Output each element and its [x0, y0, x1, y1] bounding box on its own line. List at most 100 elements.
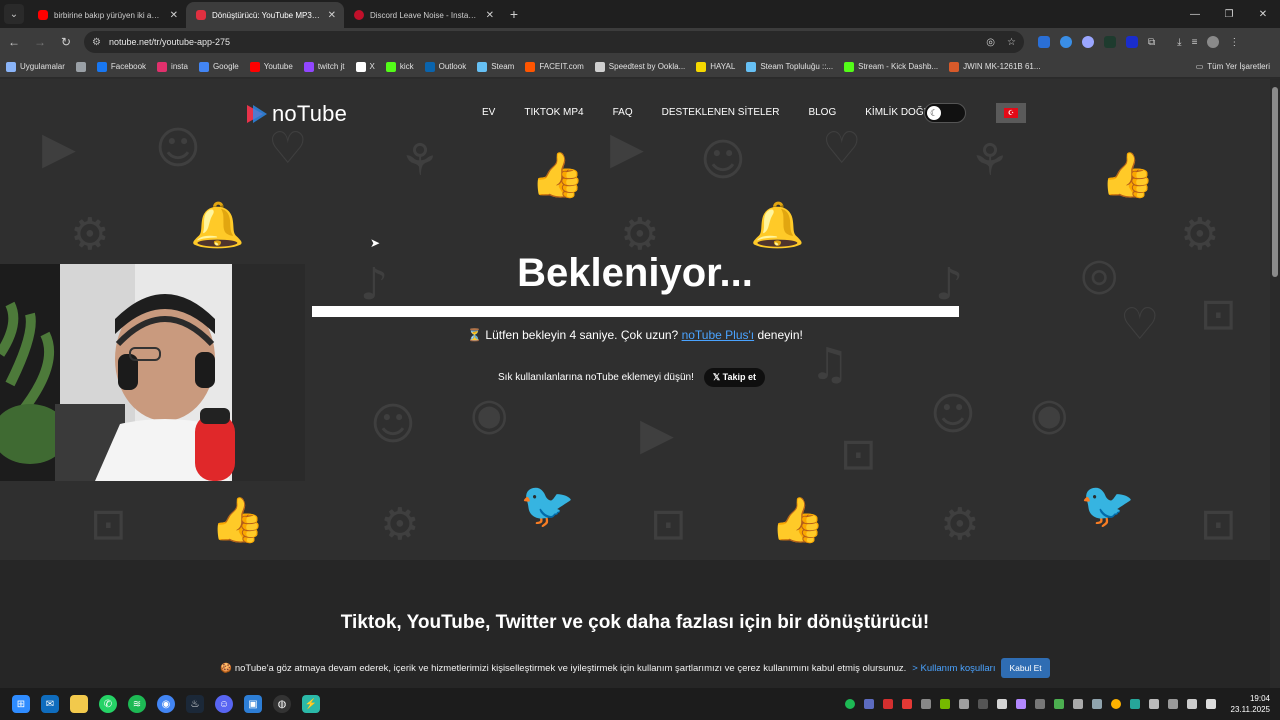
volume-icon[interactable]	[1205, 699, 1216, 709]
puzzle-icon[interactable]: ⧉	[1148, 37, 1155, 48]
clock[interactable]: 19:04 23.11.2025	[1231, 693, 1270, 715]
wait-suffix: deneyin!	[754, 328, 803, 342]
tray-app-icon[interactable]	[1015, 699, 1026, 709]
bookmark-item[interactable]: Facebook	[96, 61, 146, 72]
extensions-area: ⧉ ⤓ ≡ ⋮	[1038, 36, 1239, 48]
spotify-icon[interactable]: ≋	[128, 695, 146, 713]
close-tab-icon[interactable]: ✕	[170, 10, 178, 21]
bookmark-item[interactable]: Steam	[477, 61, 514, 72]
steam-tray-icon[interactable]	[920, 699, 931, 709]
page-scrollbar[interactable]	[1270, 79, 1280, 688]
all-bookmarks-folder[interactable]: ▭ Tüm Yer İşaretleri	[1196, 62, 1270, 71]
nav-faq[interactable]: FAQ	[613, 107, 633, 118]
accept-cookies-button[interactable]: Kabul Et	[1001, 658, 1050, 678]
reload-icon[interactable]: ↻	[54, 30, 78, 54]
bookmark-item[interactable]: JWIN MK-1261B 61...	[949, 61, 1041, 72]
reading-list-icon[interactable]: ≡	[1192, 37, 1198, 48]
bookmark-item[interactable]: Speedtest by Ookla...	[594, 61, 685, 72]
microphone-icon[interactable]	[1167, 699, 1178, 709]
tray-app-icon[interactable]	[1091, 699, 1102, 709]
bookmark-item[interactable]: Outlook	[424, 61, 466, 72]
app-icon[interactable]: ⚡	[302, 695, 320, 713]
close-tab-icon[interactable]: ✕	[486, 10, 494, 21]
extension-icon[interactable]	[1104, 36, 1116, 48]
forward-icon[interactable]: →	[28, 30, 52, 54]
nav-supported-sites[interactable]: DESTEKLENEN SİTELER	[662, 107, 780, 118]
tray-app-icon[interactable]	[996, 699, 1007, 709]
bookmark-item[interactable]: twitch jt	[303, 61, 345, 72]
tray-app-icon[interactable]	[1110, 699, 1121, 709]
dark-mode-toggle[interactable]: ☾	[924, 103, 966, 123]
bookmark-star-icon[interactable]: ☆	[1007, 37, 1016, 48]
tray-app-icon[interactable]	[1129, 699, 1140, 709]
bookmark-item[interactable]: insta	[157, 61, 188, 72]
language-selector[interactable]: ☪	[996, 103, 1026, 123]
tray-app-icon[interactable]	[1053, 699, 1064, 709]
bookmark-label: HAYAL	[710, 62, 736, 71]
terms-link[interactable]: > Kullanım koşulları	[912, 663, 995, 674]
menu-icon[interactable]: ⋮	[1229, 37, 1239, 48]
extension-icon[interactable]	[1126, 36, 1138, 48]
minimize-icon[interactable]: —	[1178, 0, 1212, 28]
tray-app-icon[interactable]	[882, 699, 893, 709]
notube-logo[interactable]: noTube	[244, 101, 347, 127]
tray-app-icon[interactable]	[863, 699, 874, 709]
nav-tiktok-mp4[interactable]: TIKTOK MP4	[524, 107, 583, 118]
whatsapp-icon[interactable]: ✆	[99, 695, 117, 713]
nav-home[interactable]: EV	[482, 107, 495, 118]
scrollbar-thumb[interactable]	[1272, 87, 1278, 277]
extension-icon[interactable]	[1060, 36, 1072, 48]
x-follow-button[interactable]: 𝕏 Takip et	[703, 368, 765, 387]
new-tab-button[interactable]: +	[502, 2, 526, 26]
clock-date: 23.11.2025	[1230, 705, 1270, 714]
obs-icon[interactable]: ◍	[273, 695, 291, 713]
bookmark-item[interactable]: HAYAL	[696, 61, 736, 72]
notube-plus-link[interactable]: noTube Plus'ı	[682, 328, 755, 342]
file-explorer-icon[interactable]	[70, 695, 88, 713]
tray-app-icon[interactable]	[901, 699, 912, 709]
bookmark-item[interactable]: Steam Topluluğu ::...	[746, 61, 833, 72]
nvidia-icon[interactable]	[939, 699, 950, 709]
site-info-icon[interactable]: ⚙	[92, 37, 101, 48]
steam-icon[interactable]: ♨	[186, 695, 204, 713]
nav-blog[interactable]: BLOG	[808, 107, 836, 118]
tab-search-icon[interactable]: ⌄	[4, 4, 24, 24]
bookmark-item[interactable]: Uygulamalar	[6, 61, 65, 72]
back-icon[interactable]: ←	[2, 30, 26, 54]
wait-prefix: ⏳ Lütfen bekleyin 4 saniye. Çok uzun?	[467, 328, 682, 342]
tray-app-icon[interactable]	[958, 699, 969, 709]
bookmark-item[interactable]: Google	[198, 61, 239, 72]
tray-app-icon[interactable]	[1034, 699, 1045, 709]
tab-3[interactable]: Discord Leave Noise - Instant S ✕	[344, 2, 502, 28]
download-icon[interactable]: ⤓	[1177, 37, 1181, 48]
spotify-tray-icon[interactable]	[844, 699, 855, 709]
usb-icon[interactable]	[1148, 699, 1159, 709]
bookmark-item[interactable]	[75, 61, 86, 72]
discord-favicon-icon	[354, 10, 364, 20]
extension-icon[interactable]	[1082, 36, 1094, 48]
start-icon[interactable]: ⊞	[12, 695, 30, 713]
bookmark-item[interactable]: Stream - Kick Dashb...	[844, 61, 938, 72]
chrome-icon[interactable]: ◉	[157, 695, 175, 713]
close-tab-icon[interactable]: ✕	[328, 10, 336, 21]
eye-off-icon[interactable]: ◎	[986, 37, 995, 48]
restore-icon[interactable]: ❐	[1212, 0, 1246, 28]
bookmark-item[interactable]: FACEIT.com	[525, 61, 584, 72]
close-window-icon[interactable]: ✕	[1246, 0, 1280, 28]
bookmark-item[interactable]: Youtube	[249, 61, 293, 72]
outlook-icon[interactable]: ✉	[41, 695, 59, 713]
cookie-text: 🍪 noTube'a göz atmaya devam ederek, içer…	[220, 662, 907, 674]
notube-logo-icon	[247, 105, 267, 123]
tab-2[interactable]: Dönüştürücü: YouTube MP3, Tik ✕	[186, 2, 344, 28]
bookmark-item[interactable]: kick	[385, 61, 414, 72]
profile-avatar-icon[interactable]	[1207, 36, 1220, 48]
tab-1[interactable]: birbirine bakıp yürüyen iki adam ✕	[28, 2, 186, 28]
extension-icon[interactable]	[1038, 36, 1050, 48]
bookmark-item[interactable]: X	[355, 61, 375, 72]
network-icon[interactable]	[1186, 699, 1197, 709]
photos-icon[interactable]: ▣	[244, 695, 262, 713]
discord-icon[interactable]: ☺	[215, 695, 233, 713]
address-bar[interactable]: ⚙ notube.net/tr/youtube-app-275 ◎ ☆	[84, 31, 1024, 53]
tray-app-icon[interactable]	[977, 699, 988, 709]
tray-app-icon[interactable]	[1072, 699, 1083, 709]
